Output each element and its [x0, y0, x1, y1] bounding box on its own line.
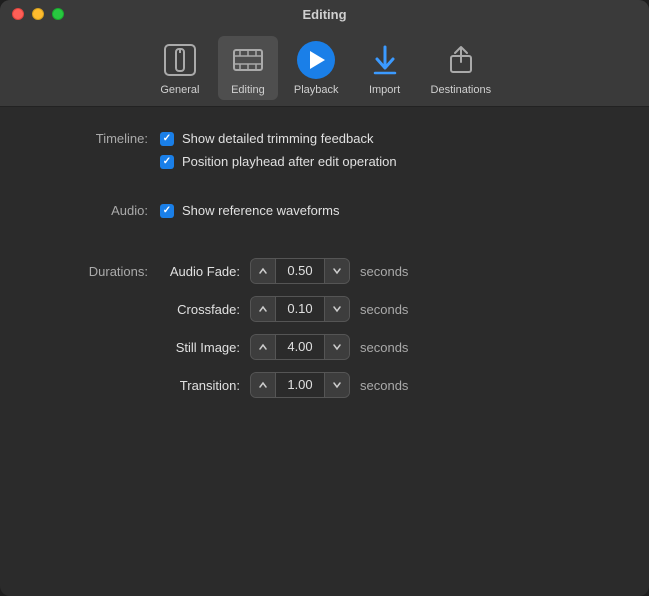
playback-label: Playback: [294, 84, 339, 96]
waveform-checkmark: ✓: [163, 206, 171, 216]
audio-fade-label: Audio Fade:: [160, 264, 250, 279]
crossfade-value: 0.10: [275, 296, 325, 322]
window-controls: [12, 8, 64, 20]
playhead-row: ✓ Position playhead after edit operation: [40, 154, 609, 169]
transition-unit: seconds: [360, 378, 408, 393]
playhead-checkbox-container[interactable]: ✓ Position playhead after edit operation: [160, 154, 397, 169]
toolbar-item-import[interactable]: Import: [355, 36, 415, 100]
transition-label: Transition:: [160, 378, 250, 393]
trim-checkbox[interactable]: ✓: [160, 132, 174, 146]
crossfade-unit: seconds: [360, 302, 408, 317]
still-image-increment[interactable]: [325, 334, 349, 360]
destinations-label: Destinations: [431, 84, 492, 96]
general-icon: [160, 40, 200, 80]
transition-row: Transition: 1.00 seconds: [40, 366, 609, 404]
toolbar-item-general[interactable]: General: [150, 36, 210, 100]
audio-fade-value: 0.50: [275, 258, 325, 284]
toolbar-item-playback[interactable]: Playback: [286, 36, 347, 100]
timeline-label: Timeline:: [40, 131, 160, 146]
destinations-icon: [441, 40, 481, 80]
trim-checkbox-label: Show detailed trimming feedback: [182, 131, 374, 146]
waveform-checkbox-label: Show reference waveforms: [182, 203, 340, 218]
durations-label: Durations:: [40, 264, 160, 279]
toolbar-item-editing[interactable]: Editing: [218, 36, 278, 100]
transition-value: 1.00: [275, 372, 325, 398]
playhead-checkbox-label: Position playhead after edit operation: [182, 154, 397, 169]
toolbar: General Editing: [0, 28, 649, 107]
still-image-label: Still Image:: [160, 340, 250, 355]
trim-checkmark: ✓: [163, 134, 171, 144]
crossfade-decrement[interactable]: [251, 296, 275, 322]
import-label: Import: [369, 84, 400, 96]
timeline-row: Timeline: ✓ Show detailed trimming feedb…: [40, 131, 609, 146]
audio-fade-increment[interactable]: [325, 258, 349, 284]
close-button[interactable]: [12, 8, 24, 20]
durations-section: Durations: Audio Fade: 0.50 seconds Cros…: [40, 252, 609, 404]
minimize-button[interactable]: [32, 8, 44, 20]
transition-stepper: 1.00: [250, 372, 350, 398]
audio-row: Audio: ✓ Show reference waveforms: [40, 203, 609, 218]
waveform-checkbox-container[interactable]: ✓ Show reference waveforms: [160, 203, 340, 218]
fullscreen-button[interactable]: [52, 8, 64, 20]
audio-fade-decrement[interactable]: [251, 258, 275, 284]
title-bar: Editing: [0, 0, 649, 28]
crossfade-row: Crossfade: 0.10 seconds: [40, 290, 609, 328]
crossfade-stepper: 0.10: [250, 296, 350, 322]
window-title: Editing: [302, 7, 346, 22]
transition-decrement[interactable]: [251, 372, 275, 398]
editing-icon: [228, 40, 268, 80]
transition-increment[interactable]: [325, 372, 349, 398]
audio-fade-unit: seconds: [360, 264, 408, 279]
still-image-decrement[interactable]: [251, 334, 275, 360]
audio-fade-stepper: 0.50: [250, 258, 350, 284]
audio-fade-row: Durations: Audio Fade: 0.50 seconds: [40, 252, 609, 290]
playhead-checkbox[interactable]: ✓: [160, 155, 174, 169]
still-image-stepper: 4.00: [250, 334, 350, 360]
editing-label: Editing: [231, 84, 265, 96]
import-icon: [365, 40, 405, 80]
audio-label: Audio:: [40, 203, 160, 218]
still-image-unit: seconds: [360, 340, 408, 355]
still-image-value: 4.00: [275, 334, 325, 360]
crossfade-label: Crossfade:: [160, 302, 250, 317]
waveform-checkbox[interactable]: ✓: [160, 204, 174, 218]
trim-checkbox-container[interactable]: ✓ Show detailed trimming feedback: [160, 131, 374, 146]
main-content: Timeline: ✓ Show detailed trimming feedb…: [0, 107, 649, 596]
toolbar-item-destinations[interactable]: Destinations: [423, 36, 500, 100]
general-label: General: [160, 84, 199, 96]
window: Editing General: [0, 0, 649, 596]
still-image-row: Still Image: 4.00 seconds: [40, 328, 609, 366]
playhead-checkmark: ✓: [163, 157, 171, 167]
crossfade-increment[interactable]: [325, 296, 349, 322]
playback-icon: [296, 40, 336, 80]
timeline-section: Timeline: ✓ Show detailed trimming feedb…: [40, 131, 609, 177]
audio-section: Audio: ✓ Show reference waveforms: [40, 203, 609, 226]
